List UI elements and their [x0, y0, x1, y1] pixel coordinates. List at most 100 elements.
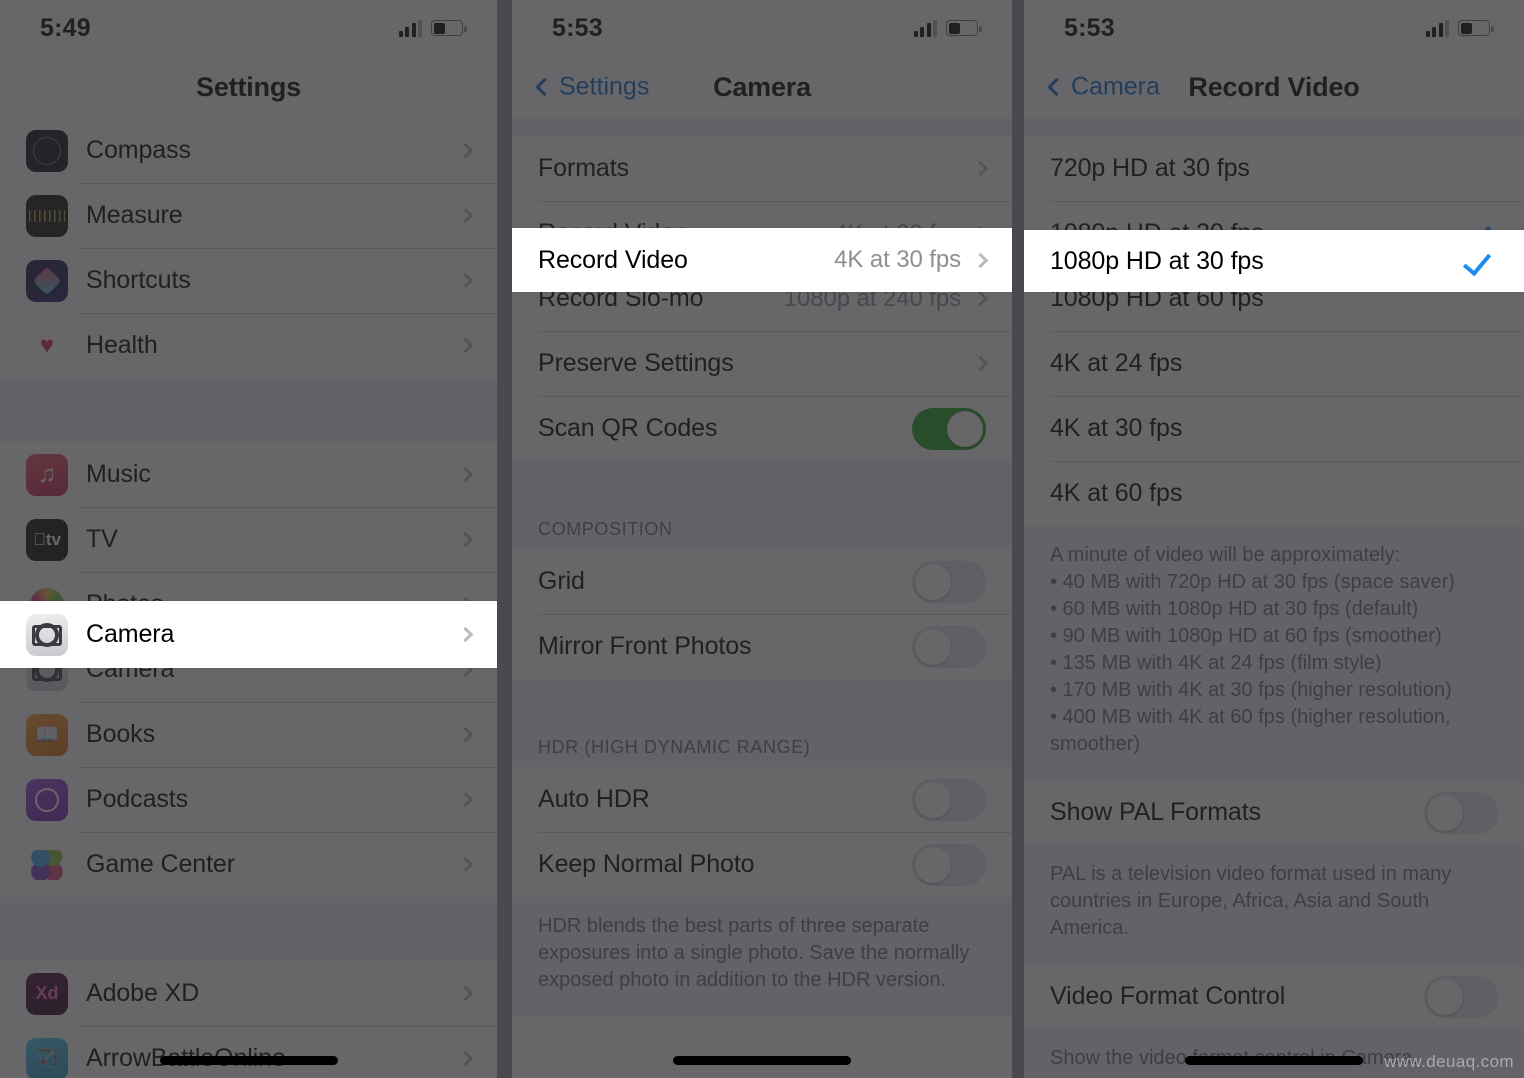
row-preserve-settings[interactable]: Preserve Settings — [512, 331, 1012, 396]
books-icon — [26, 713, 68, 756]
page-title: Record Video — [1188, 71, 1360, 102]
sidebar-item-arrowbattleonline[interactable]: ArrowBattleOnline — [0, 1026, 497, 1078]
nav-bar: Settings — [0, 56, 497, 118]
status-time: 5:53 — [552, 13, 603, 42]
mirror-front-photos-toggle[interactable] — [912, 625, 986, 668]
home-indicator — [1185, 1056, 1363, 1065]
measure-icon — [26, 194, 68, 237]
option-4k-60[interactable]: 4K at 60 fps — [1024, 461, 1524, 526]
chevron-right-icon — [457, 791, 474, 808]
battery-icon — [431, 20, 467, 36]
row-label: Adobe XD — [86, 979, 200, 1007]
sidebar-item-books[interactable]: Books — [0, 702, 497, 767]
status-time: 5:49 — [40, 13, 91, 42]
checkmark-icon — [1462, 246, 1492, 276]
page-title: Settings — [196, 71, 301, 102]
sidebar-item-camera[interactable]: Camera — [0, 601, 497, 668]
auto-hdr-toggle[interactable] — [912, 778, 986, 821]
record-video-group: 720p HD at 30 fps 1080p HD at 30 fps 108… — [1024, 136, 1524, 526]
chevron-right-icon — [972, 355, 989, 372]
row-label: TV — [86, 525, 118, 553]
panel-settings-app: 5:49 Settings Compass Measure Shortcuts … — [0, 0, 497, 1078]
group-separator — [512, 679, 1012, 715]
row-formats[interactable]: Formats — [512, 136, 1012, 201]
row-value: 4K at 30 fps — [834, 246, 961, 273]
sidebar-item-adobe-xd[interactable]: Xd Adobe XD — [0, 961, 497, 1026]
row-label: 720p HD at 30 fps — [1050, 154, 1250, 182]
chevron-right-icon — [457, 272, 474, 289]
row-label: Preserve Settings — [538, 349, 734, 377]
sidebar-item-compass[interactable]: Compass — [0, 118, 497, 183]
row-show-pal-formats[interactable]: Show PAL Formats — [1024, 780, 1524, 845]
sidebar-item-measure[interactable]: Measure — [0, 183, 497, 248]
chevron-right-icon — [457, 985, 474, 1002]
row-label: Grid — [538, 567, 585, 595]
back-button[interactable]: Settings — [535, 72, 650, 102]
chevron-right-icon — [457, 207, 474, 224]
row-grid[interactable]: Grid — [512, 549, 1012, 614]
compass-icon — [26, 129, 68, 172]
row-label: Game Center — [86, 850, 235, 878]
row-label: Auto HDR — [538, 785, 650, 813]
section-header-composition: COMPOSITION — [512, 497, 1012, 549]
chevron-right-icon — [457, 626, 474, 643]
sidebar-item-game-center[interactable]: Game Center — [0, 832, 497, 897]
sidebar-item-shortcuts[interactable]: Shortcuts — [0, 248, 497, 313]
row-label: Shortcuts — [86, 266, 191, 294]
nav-bar: Settings Camera — [512, 56, 1012, 118]
sidebar-item-music[interactable]: Music — [0, 442, 497, 507]
row-label: Books — [86, 720, 155, 748]
camera-group-composition: Grid Mirror Front Photos — [512, 549, 1012, 679]
chevron-right-icon — [457, 337, 474, 354]
row-label: Mirror Front Photos — [538, 632, 752, 660]
pal-footer-note: PAL is a television video format used in… — [1024, 845, 1524, 964]
battery-icon — [946, 20, 982, 36]
back-button[interactable]: Camera — [1047, 73, 1160, 102]
option-4k-24[interactable]: 4K at 24 fps — [1024, 331, 1524, 396]
status-bar: 5:53 — [512, 0, 1012, 56]
row-label: 1080p HD at 30 fps — [1050, 246, 1264, 275]
row-video-format-control[interactable]: Video Format Control — [1024, 964, 1524, 1029]
sidebar-item-podcasts[interactable]: Podcasts — [0, 767, 497, 832]
site-watermark: www.deuaq.com — [1384, 1052, 1514, 1071]
row-mirror-front-photos[interactable]: Mirror Front Photos — [512, 614, 1012, 679]
chevron-right-icon — [972, 252, 989, 268]
option-720p-30[interactable]: 720p HD at 30 fps — [1024, 136, 1524, 201]
row-label: Scan QR Codes — [538, 414, 718, 442]
row-keep-normal-photo[interactable]: Keep Normal Photo — [512, 832, 1012, 897]
nav-bar: Camera Record Video — [1024, 56, 1524, 118]
battery-icon — [1458, 20, 1494, 36]
sidebar-item-health[interactable]: Health — [0, 313, 497, 378]
row-scan-qr-codes[interactable]: Scan QR Codes — [512, 396, 1012, 461]
sidebar-item-label: Camera — [86, 620, 175, 648]
sidebar-item-tv[interactable]: tv TV — [0, 507, 497, 572]
camera-icon — [26, 613, 68, 656]
option-1080p-30[interactable]: 1080p HD at 30 fps — [1024, 230, 1524, 292]
row-auto-hdr[interactable]: Auto HDR — [512, 767, 1012, 832]
pal-group: Show PAL Formats — [1024, 780, 1524, 845]
keep-normal-photo-toggle[interactable] — [912, 843, 986, 886]
home-indicator — [159, 1056, 338, 1065]
back-button-label: Settings — [559, 72, 650, 101]
grid-toggle[interactable] — [912, 560, 986, 603]
cellular-signal-icon — [1425, 19, 1449, 37]
row-record-video[interactable]: Record Video 4K at 30 fps — [512, 228, 1012, 292]
home-indicator — [673, 1056, 851, 1065]
row-label: 4K at 30 fps — [1050, 414, 1183, 442]
camera-group-hdr: Auto HDR Keep Normal Photo — [512, 767, 1012, 897]
show-pal-formats-toggle[interactable] — [1424, 791, 1498, 834]
chevron-right-icon — [457, 856, 474, 873]
chevron-left-icon — [535, 77, 554, 97]
section-header-hdr: HDR (HIGH DYNAMIC RANGE) — [512, 715, 1012, 767]
group-separator — [1024, 118, 1524, 136]
chevron-right-icon — [457, 1050, 474, 1067]
panel-record-video: 5:53 Camera Record Video 720p HD at 30 f… — [1024, 0, 1524, 1078]
scan-qr-codes-toggle[interactable] — [912, 407, 986, 450]
row-label: Measure — [86, 201, 183, 229]
settings-group-apple-apps: Compass Measure Shortcuts ♥ Health — [0, 118, 497, 378]
option-4k-30[interactable]: 4K at 30 fps — [1024, 396, 1524, 461]
video-format-control-toggle[interactable] — [1424, 975, 1498, 1018]
game-center-icon — [26, 844, 68, 886]
music-icon — [26, 453, 68, 496]
cellular-signal-icon — [398, 19, 422, 37]
